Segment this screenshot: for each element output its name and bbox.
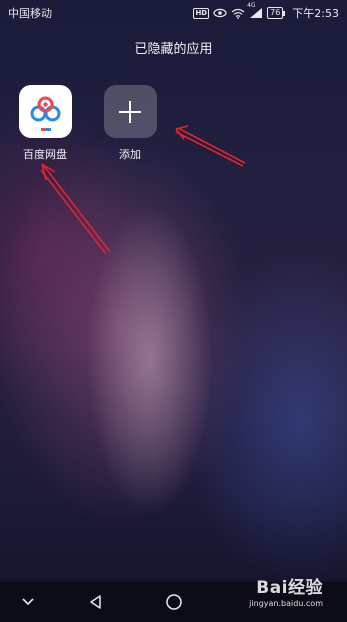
app-label: 百度网盘 — [23, 148, 67, 161]
watermark-logo: Bai经验 — [256, 578, 323, 598]
battery-icon: 76 — [267, 7, 286, 19]
app-label: 添加 — [119, 148, 141, 161]
baidu-jingyan-watermark: Bai经验 jingyan.baidu.com — [249, 573, 323, 608]
app-baidu-netdisk[interactable]: 百度网盘 — [13, 85, 77, 162]
page-title: 已隐藏的应用 — [134, 42, 213, 57]
carrier-label: 中国移动 — [8, 7, 52, 20]
network-type-label: 4G — [247, 2, 256, 9]
baidu-netdisk-icon — [18, 85, 72, 138]
add-app-button[interactable]: 添加 — [98, 85, 162, 162]
back-icon[interactable] — [86, 592, 106, 612]
watermark-url: jingyan.baidu.com — [249, 599, 323, 608]
signal-icon: 4G — [247, 2, 263, 19]
wifi-icon — [231, 8, 245, 19]
eye-icon — [213, 8, 227, 18]
status-icons: HD 4G 76 下午2:53 — [193, 2, 339, 21]
plus-icon — [103, 85, 157, 138]
arrow-to-add — [175, 125, 246, 167]
hd-icon: HD — [193, 7, 210, 19]
battery-level: 76 — [267, 7, 284, 19]
collapse-icon[interactable] — [18, 592, 38, 612]
clock-label: 下午2:53 — [292, 7, 339, 20]
arrow-to-baidu-netdisk — [40, 163, 111, 255]
home-icon[interactable] — [164, 592, 184, 612]
status-bar: 中国移动 HD 4G 76 下午2:53 — [0, 0, 347, 26]
battery-tip — [283, 10, 286, 16]
